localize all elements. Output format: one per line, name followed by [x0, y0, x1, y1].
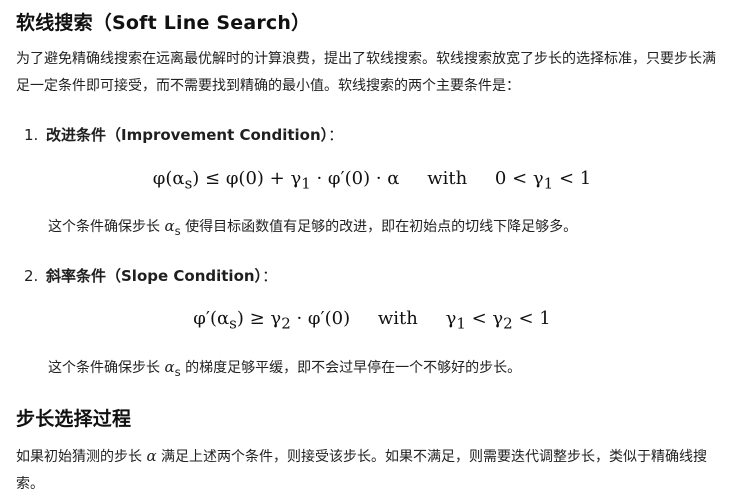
formula-text: < γ [465, 308, 504, 329]
improvement-condition-formula: φ(αs) ≤ φ(0) + γ1 · φ′(0) · α with 0 < γ… [0, 168, 744, 193]
formula-subscript: 1 [456, 314, 466, 333]
formula-text: < 1 [512, 308, 551, 329]
formula-subscript: s [229, 314, 237, 333]
list-item-improvement-condition: 1. 改进条件（Improvement Condition）： [24, 124, 343, 145]
formula-with: with [377, 308, 418, 329]
note-variable: α [164, 358, 175, 376]
note-text: 这个条件确保步长 [48, 219, 165, 235]
formula-subscript: 2 [281, 314, 291, 333]
title-suffix: ： [328, 126, 344, 144]
note-text: 使得目标函数值有足够的改进，即在初始点的切线下降足够多。 [180, 219, 578, 235]
note-variable: α [164, 217, 175, 235]
improvement-condition-note: 这个条件确保步长 αs 使得目标函数值有足够的改进，即在初始点的切线下降足够多。 [48, 216, 577, 238]
para-variable: α [146, 447, 157, 465]
section-heading-soft-line-search: 软线搜索（Soft Line Search） [16, 12, 311, 34]
step-selection-paragraph: 如果初始猜测的步长 α 满足上述两个条件，则接受该步长。如果不满足，则需要迭代调… [16, 443, 728, 498]
formula-text: · φ′(0) [290, 308, 351, 329]
formula-text: ) ≤ φ(0) + γ [192, 168, 302, 189]
list-number: 1. [24, 126, 39, 144]
formula-subscript: 1 [543, 174, 554, 193]
formula-text: · φ′(0) · α [310, 168, 400, 189]
formula-text: < 1 [553, 168, 592, 189]
formula-text: ) ≥ γ [236, 308, 282, 329]
section-heading-step-selection: 步长选择过程 [16, 408, 132, 430]
formula-text: φ′(α [193, 308, 230, 329]
formula-text: 0 < γ [494, 168, 544, 189]
formula-with: with [427, 168, 468, 189]
note-text: 的梯度足够平缓，即不会过早停在一个不够好的步长。 [180, 360, 522, 376]
condition-title: 改进条件（Improvement Condition） [46, 126, 329, 144]
slope-condition-note: 这个条件确保步长 αs 的梯度足够平缓，即不会过早停在一个不够好的步长。 [48, 357, 521, 379]
para-text: 如果初始猜测的步长 [16, 449, 147, 465]
note-text: 这个条件确保步长 [48, 360, 165, 376]
formula-subscript: 2 [503, 314, 513, 333]
title-suffix: ： [262, 267, 278, 285]
slope-condition-formula: φ′(αs) ≥ γ2 · φ′(0) with γ1 < γ2 < 1 [0, 308, 744, 333]
condition-title: 斜率条件（Slope Condition） [46, 267, 263, 285]
formula-text: γ [445, 308, 457, 329]
document-page: 软线搜索（Soft Line Search） 为了避免精确线搜索在远离最优解时的… [0, 0, 744, 504]
list-number: 2. [24, 267, 39, 285]
list-item-slope-condition: 2. 斜率条件（Slope Condition）： [24, 265, 277, 286]
formula-subscript: 1 [301, 174, 311, 193]
formula-text: φ(α [152, 168, 185, 189]
intro-paragraph: 为了避免精确线搜索在远离最优解时的计算浪费，提出了软线搜索。软线搜索放宽了步长的… [16, 51, 716, 94]
